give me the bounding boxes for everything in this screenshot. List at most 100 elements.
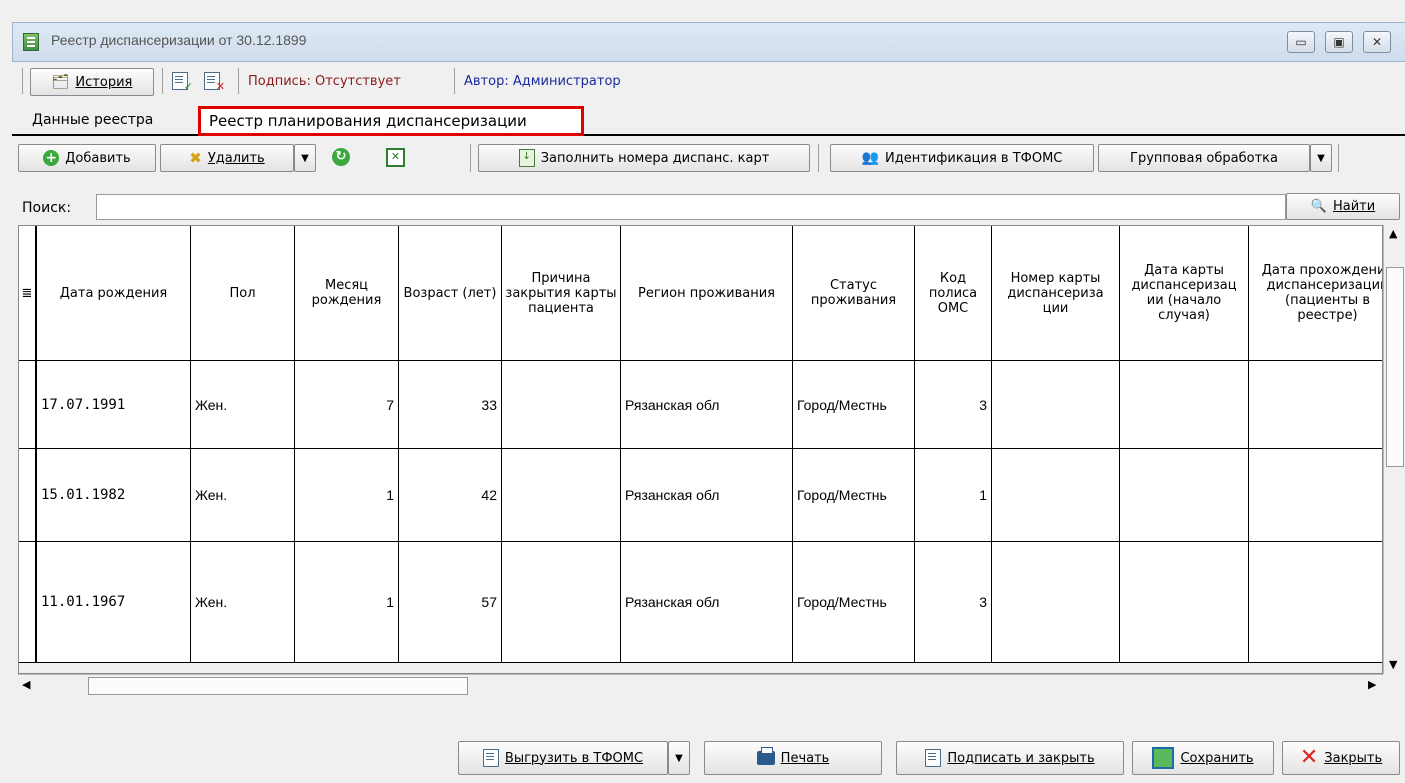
unsign-document-button[interactable] <box>204 72 225 94</box>
separator <box>22 68 23 94</box>
column-header[interactable]: Причина закрытия карты пациента <box>502 226 621 361</box>
table-cell[interactable]: 42 <box>399 449 502 542</box>
horizontal-scroll-thumb[interactable] <box>88 677 468 695</box>
table-cell[interactable]: 11.01.1967 <box>37 542 191 663</box>
table-cell[interactable]: Город/Местнь <box>793 361 915 449</box>
row-selector[interactable] <box>19 449 37 542</box>
table-cell[interactable] <box>1120 361 1249 449</box>
table-cell[interactable]: Жен. <box>191 449 295 542</box>
close-window-button[interactable]: ✕ <box>1363 31 1391 53</box>
table-cell[interactable]: Город/Местнь <box>793 449 915 542</box>
group-processing-button[interactable]: Групповая обработка <box>1098 144 1310 172</box>
tab-registry-data[interactable]: Данные реестра <box>32 112 153 128</box>
export-tfoms-label: Выгрузить в ТФОМС <box>504 750 644 766</box>
table-cell[interactable]: Рязанская обл <box>621 361 793 449</box>
scroll-up-icon[interactable]: ▲ <box>1389 227 1397 240</box>
column-header-label: Статус проживания <box>810 278 897 308</box>
table-cell[interactable]: 1 <box>915 449 992 542</box>
table-cell[interactable] <box>1249 542 1382 663</box>
find-button[interactable]: 🔍 Найти <box>1286 193 1400 220</box>
export-doc-icon <box>482 749 499 767</box>
scroll-right-icon[interactable]: ▶ <box>1368 678 1376 691</box>
table-cell[interactable]: Город/Местнь <box>793 542 915 663</box>
table-cell[interactable]: 7 <box>295 361 399 449</box>
column-header[interactable]: Дата прохождения диспансеризации (пациен… <box>1249 226 1382 361</box>
column-header[interactable]: Возраст (лет) <box>399 226 502 361</box>
add-button[interactable]: + Добавить <box>18 144 156 172</box>
horizontal-scrollbar[interactable]: ◀ ▶ <box>18 674 1383 696</box>
table-cell[interactable]: 15.01.1982 <box>37 449 191 542</box>
column-header[interactable]: Статус проживания <box>793 226 915 361</box>
export-tfoms-button[interactable]: Выгрузить в ТФОМС <box>458 741 668 775</box>
column-header[interactable]: Регион проживания <box>621 226 793 361</box>
table-cell[interactable]: Жен. <box>191 361 295 449</box>
delete-button[interactable]: ✖ Удалить <box>160 144 294 172</box>
group-processing-dropdown[interactable]: ▼ <box>1310 144 1332 172</box>
tab-bar: Данные реестра Реестр планирования диспа… <box>12 104 1405 136</box>
add-icon: + <box>43 150 60 166</box>
vertical-scroll-thumb[interactable] <box>1386 267 1404 467</box>
table-cell[interactable]: 1 <box>295 542 399 663</box>
table-cell[interactable] <box>502 542 621 663</box>
export-dropdown-button[interactable]: ▼ <box>668 741 690 775</box>
sign-document-button[interactable] <box>172 72 193 94</box>
find-label: Найти <box>1332 199 1376 214</box>
table-cell[interactable]: 57 <box>399 542 502 663</box>
search-input[interactable] <box>96 194 1286 220</box>
table-cell[interactable]: 3 <box>915 361 992 449</box>
refresh-icon: ↻ <box>332 148 350 166</box>
minimize-button[interactable]: ▭ <box>1287 31 1315 53</box>
row-indicator-header[interactable]: ≣ <box>19 226 37 361</box>
table-cell[interactable]: 33 <box>399 361 502 449</box>
delete-dropdown-button[interactable]: ▼ <box>294 144 316 172</box>
column-header[interactable]: Месяц рождения <box>295 226 399 361</box>
table-cell[interactable] <box>502 449 621 542</box>
table-cell[interactable]: 3 <box>915 542 992 663</box>
maximize-button[interactable]: ▣ <box>1325 31 1353 53</box>
table-cell[interactable] <box>992 449 1120 542</box>
table-cell[interactable] <box>502 361 621 449</box>
column-header[interactable]: Дата рождения <box>37 226 191 361</box>
table-cell[interactable] <box>1249 361 1382 449</box>
table-cell[interactable]: 1 <box>295 449 399 542</box>
close-button[interactable]: ✕ Закрыть <box>1282 741 1400 775</box>
sign-and-close-button[interactable]: Подписать и закрыть <box>896 741 1124 775</box>
table-cell[interactable]: Жен. <box>191 542 295 663</box>
vertical-scrollbar[interactable]: ▲ ▼ <box>1383 225 1405 674</box>
users-icon: 👥 <box>861 150 880 166</box>
column-header[interactable]: Дата карты диспансеризац ии (начало случ… <box>1120 226 1249 361</box>
separator <box>454 68 455 94</box>
print-button[interactable]: Печать <box>704 741 882 775</box>
table-cell[interactable]: Рязанская обл <box>621 449 793 542</box>
refresh-button[interactable]: ↻ <box>332 148 350 176</box>
tab-planning-registry[interactable]: Реестр планирования диспансеризации <box>198 106 584 136</box>
table-cell[interactable] <box>992 542 1120 663</box>
scroll-left-icon[interactable]: ◀ <box>22 678 30 691</box>
table-cell[interactable] <box>992 361 1120 449</box>
table-cell[interactable]: 17.07.1991 <box>37 361 191 449</box>
fill-card-numbers-button[interactable]: ↓ Заполнить номера диспанс. карт <box>478 144 810 172</box>
app-icon <box>23 33 39 51</box>
table-cell[interactable]: Рязанская обл <box>621 542 793 663</box>
delete-icon: ✖ <box>189 149 202 167</box>
close-label: Закрыть <box>1324 750 1383 766</box>
column-header[interactable]: Код полиса ОМС <box>915 226 992 361</box>
identify-tfoms-button[interactable]: 👥 Идентификация в ТФОМС <box>830 144 1094 172</box>
history-button[interactable]: 🗂 История <box>30 68 154 96</box>
scroll-down-icon[interactable]: ▼ <box>1389 658 1397 671</box>
row-selector[interactable] <box>19 542 37 663</box>
patient-grid[interactable]: ≣ Дата рождения Пол Месяц рождения Возраст (… <box>18 225 1383 674</box>
save-button[interactable]: Сохранить <box>1132 741 1274 775</box>
title-bar: Реестр диспансеризации от 30.12.1899 ▭ ▣… <box>12 22 1405 62</box>
column-header[interactable]: Номер карты диспансериза ции <box>992 226 1120 361</box>
export-excel-button[interactable]: ✕ <box>386 148 405 176</box>
row-selector[interactable] <box>19 361 37 449</box>
column-header[interactable]: Пол <box>191 226 295 361</box>
table-cell[interactable] <box>1120 542 1249 663</box>
table-cell[interactable] <box>1120 449 1249 542</box>
sign-doc-icon <box>925 749 942 767</box>
unsign-doc-icon <box>204 72 225 93</box>
table-cell[interactable] <box>1249 449 1382 542</box>
column-header-label: Причина закрытия карты пациента <box>505 270 617 316</box>
sign-and-close-label: Подписать и закрыть <box>947 750 1095 766</box>
